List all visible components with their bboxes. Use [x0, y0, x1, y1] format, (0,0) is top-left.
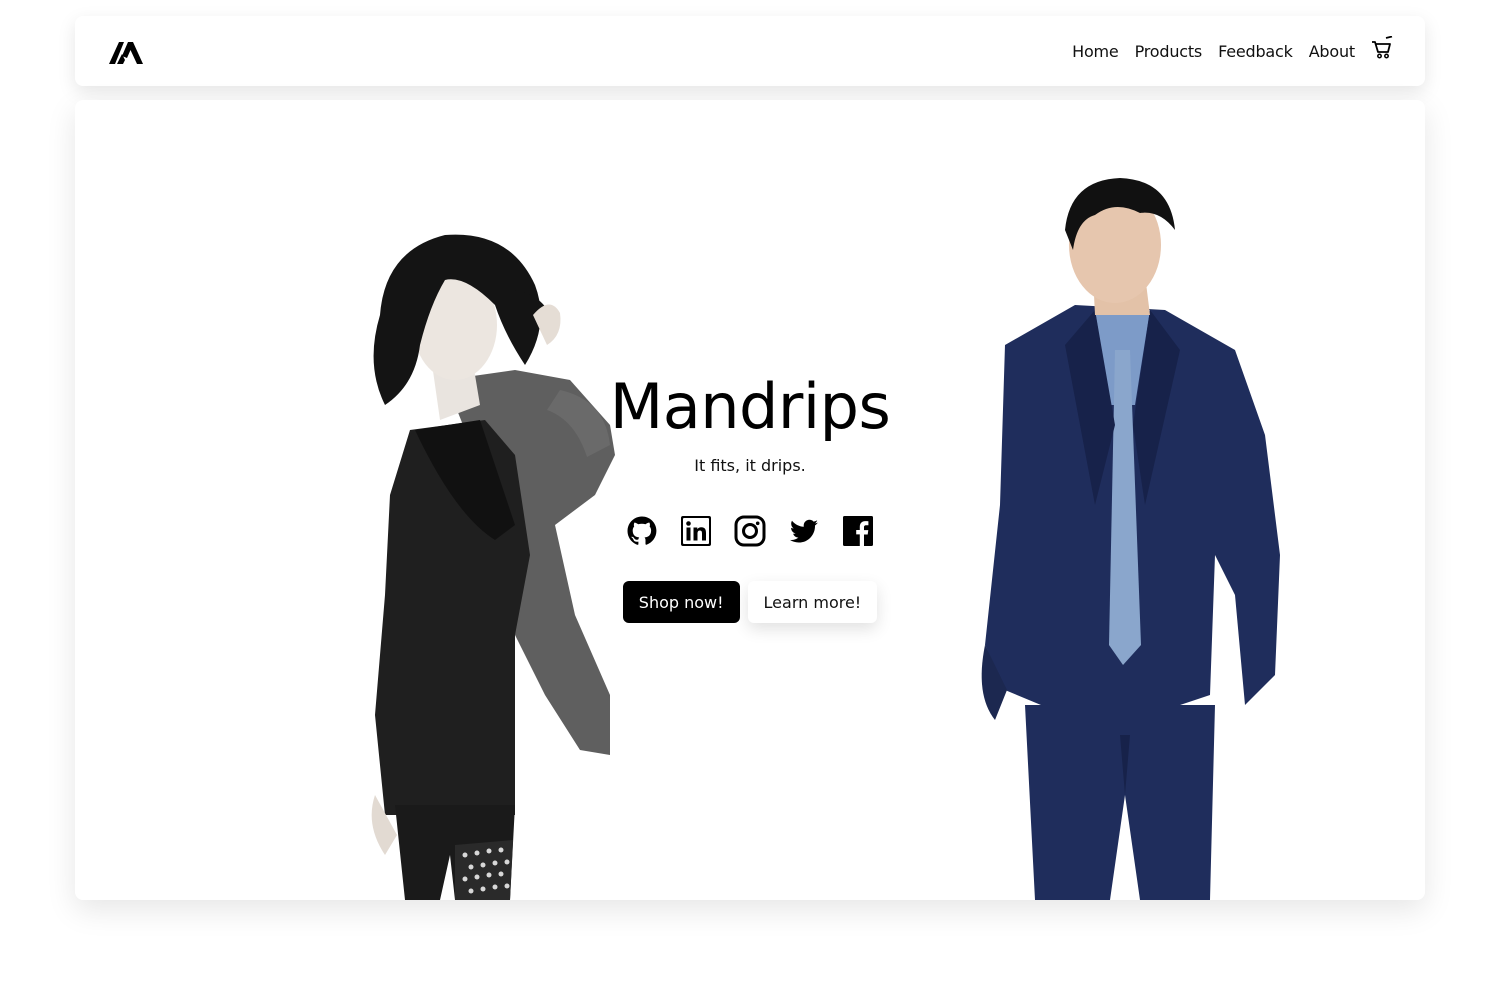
- top-navbar: Home Products Feedback About: [75, 16, 1425, 86]
- nav-link-feedback[interactable]: Feedback: [1218, 42, 1293, 61]
- twitter-icon[interactable]: [788, 515, 820, 547]
- nav-link-about[interactable]: About: [1309, 42, 1356, 61]
- model-in-navy-suit: [981, 178, 1280, 900]
- mandrips-logo-icon[interactable]: [107, 38, 145, 64]
- brand-title: Mandrips: [609, 370, 891, 443]
- nav-link-products[interactable]: Products: [1135, 42, 1203, 61]
- github-icon[interactable]: [626, 515, 658, 547]
- shopping-cart-icon[interactable]: [1371, 36, 1393, 60]
- nav-link-home[interactable]: Home: [1072, 42, 1119, 61]
- cta-buttons: Shop now! Learn more!: [550, 581, 950, 624]
- linkedin-icon[interactable]: [680, 515, 712, 547]
- learn-more-button[interactable]: Learn more!: [747, 581, 878, 624]
- nav-links: Home Products Feedback About: [1056, 16, 1393, 86]
- hero-section: Mandrips It fits, it drips. Shop now! Le…: [75, 100, 1425, 900]
- instagram-icon[interactable]: [734, 515, 766, 547]
- shop-now-button[interactable]: Shop now!: [622, 581, 740, 624]
- hero-content: Mandrips It fits, it drips. Shop now! Le…: [550, 370, 950, 624]
- facebook-icon[interactable]: [842, 515, 874, 547]
- social-links: [550, 515, 950, 547]
- brand-tagline: It fits, it drips.: [694, 456, 806, 476]
